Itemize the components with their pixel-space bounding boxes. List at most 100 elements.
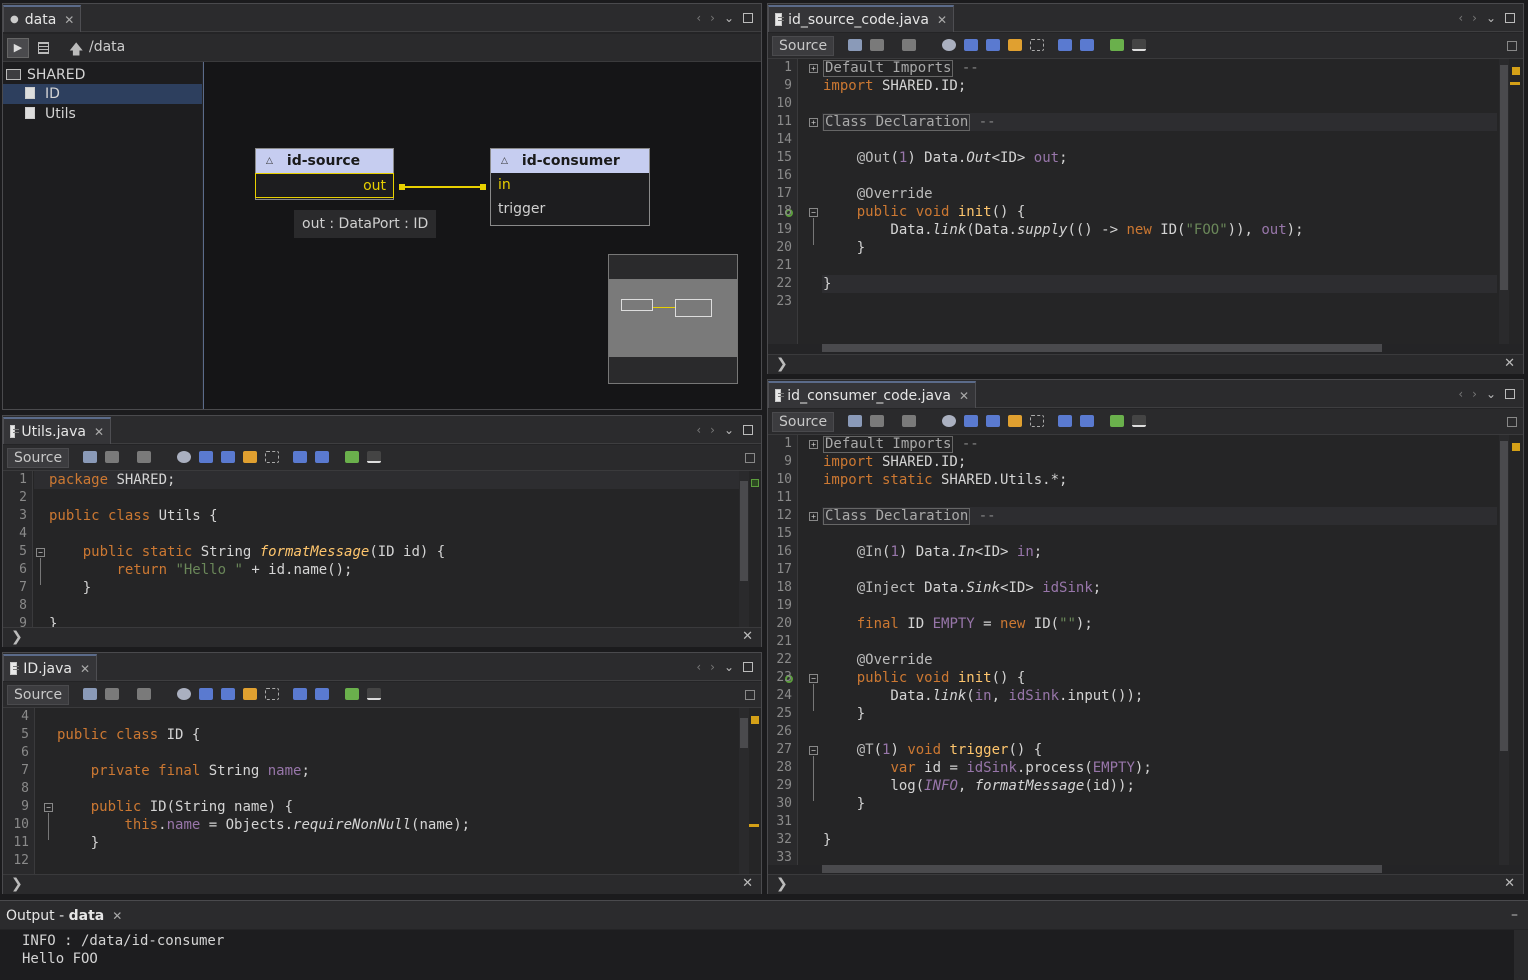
- close-icon[interactable]: ✕: [80, 662, 90, 676]
- close-icon[interactable]: ✕: [112, 909, 122, 923]
- fold-toggle-icon[interactable]: −: [809, 208, 818, 217]
- graph-minimap[interactable]: [608, 254, 738, 384]
- minimap-viewport[interactable]: [609, 279, 737, 357]
- back-icon[interactable]: [105, 451, 119, 463]
- chevron-right-icon[interactable]: ›: [1472, 11, 1477, 25]
- forward-icon[interactable]: [902, 415, 916, 427]
- output-scrollbar[interactable]: [1514, 930, 1528, 980]
- expand-toggle-icon[interactable]: +: [809, 118, 818, 127]
- close-icon[interactable]: ✕: [1504, 876, 1515, 891]
- tab-data[interactable]: ● data ✕: [3, 5, 81, 32]
- close-icon[interactable]: ✕: [64, 13, 74, 27]
- find-icon[interactable]: [942, 415, 956, 427]
- maximize-icon[interactable]: [743, 13, 753, 23]
- shift-left-icon[interactable]: [1058, 39, 1072, 51]
- find-prev-icon[interactable]: [964, 415, 978, 427]
- shift-right-icon[interactable]: [1080, 415, 1094, 427]
- chevron-down-icon[interactable]: ⌄: [724, 11, 734, 25]
- shift-right-icon[interactable]: [315, 688, 329, 700]
- find-prev-icon[interactable]: [964, 39, 978, 51]
- split-icon[interactable]: [1507, 41, 1517, 51]
- comment-icon[interactable]: [345, 451, 359, 463]
- find-icon[interactable]: [942, 39, 956, 51]
- shift-left-icon[interactable]: [293, 688, 307, 700]
- tree-item-utils[interactable]: Utils: [3, 104, 202, 124]
- rect-select-icon[interactable]: [1030, 39, 1044, 51]
- back-icon[interactable]: [105, 688, 119, 700]
- close-icon[interactable]: ✕: [94, 425, 104, 439]
- split-icon[interactable]: [745, 690, 755, 700]
- port-in[interactable]: in: [491, 173, 649, 197]
- forward-icon[interactable]: [902, 39, 916, 51]
- find-next-icon[interactable]: [986, 415, 1000, 427]
- find-prev-icon[interactable]: [199, 688, 213, 700]
- toggle-highlight-icon[interactable]: [1008, 39, 1022, 51]
- list-icon[interactable]: [38, 42, 49, 54]
- port-out[interactable]: out: [255, 173, 394, 198]
- find-next-icon[interactable]: [221, 688, 235, 700]
- graph-canvas[interactable]: △ id-source out △ id-consumer in trigger o…: [203, 62, 761, 409]
- expand-toggle-icon[interactable]: +: [809, 64, 818, 73]
- consumer-code-editor[interactable]: + + − − 1 Default Imports -- 9 import SHARE…: [768, 435, 1523, 865]
- chevron-right-icon[interactable]: ❯: [11, 629, 23, 645]
- utils-code-editor[interactable]: − 1 package SHARED; 2 3 public class Utils {…: [3, 471, 761, 627]
- chevron-right-icon[interactable]: ›: [710, 11, 715, 25]
- shift-right-icon[interactable]: [315, 451, 329, 463]
- uncomment-icon[interactable]: [1132, 39, 1146, 51]
- maximize-icon[interactable]: [1505, 389, 1515, 399]
- collapse-icon[interactable]: △: [266, 156, 273, 166]
- rect-select-icon[interactable]: [265, 688, 279, 700]
- split-icon[interactable]: [1507, 417, 1517, 427]
- chevron-right-icon[interactable]: ›: [710, 423, 715, 437]
- source-button[interactable]: Source: [7, 448, 70, 468]
- node-id-consumer[interactable]: △ id-consumer in trigger: [490, 148, 650, 226]
- chevron-right-icon[interactable]: ❯: [11, 876, 23, 892]
- forward-icon[interactable]: [137, 451, 151, 463]
- history-icon[interactable]: [83, 451, 97, 463]
- fold-toggle-icon[interactable]: −: [809, 674, 818, 683]
- tree-item-id[interactable]: ID: [3, 84, 202, 104]
- chevron-down-icon[interactable]: ⌄: [1486, 11, 1496, 25]
- source-code-editor[interactable]: + + − 1 Default Imports -- 9 import SHARED.…: [768, 59, 1523, 344]
- chevron-right-icon[interactable]: ❯: [776, 876, 788, 892]
- rect-select-icon[interactable]: [1030, 415, 1044, 427]
- toggle-highlight-icon[interactable]: [243, 688, 257, 700]
- chevron-left-icon[interactable]: ‹: [696, 660, 701, 674]
- maximize-icon[interactable]: [743, 425, 753, 435]
- find-icon[interactable]: [177, 688, 191, 700]
- node-header[interactable]: △ id-source: [256, 149, 393, 173]
- find-prev-icon[interactable]: [199, 451, 213, 463]
- fold-toggle-icon[interactable]: −: [44, 803, 53, 812]
- uncomment-icon[interactable]: [1132, 415, 1146, 427]
- shift-left-icon[interactable]: [1058, 415, 1072, 427]
- chevron-down-icon[interactable]: ⌄: [1486, 387, 1496, 401]
- source-button[interactable]: Source: [772, 412, 835, 432]
- maximize-icon[interactable]: [743, 662, 753, 672]
- fold-toggle-icon[interactable]: −: [36, 548, 45, 557]
- collapse-icon[interactable]: △: [501, 156, 508, 166]
- close-icon[interactable]: ✕: [742, 876, 753, 891]
- chevron-right-icon[interactable]: ›: [1472, 387, 1477, 401]
- output-console[interactable]: INFO : /data/id-consumer Hello FOO: [0, 930, 1514, 980]
- shift-right-icon[interactable]: [1080, 39, 1094, 51]
- history-icon[interactable]: [848, 415, 862, 427]
- connection-wire[interactable]: [401, 186, 483, 188]
- close-icon[interactable]: ✕: [742, 629, 753, 644]
- minimize-icon[interactable]: –: [1511, 907, 1518, 923]
- chevron-down-icon[interactable]: ⌄: [724, 660, 734, 674]
- comment-icon[interactable]: [1110, 415, 1124, 427]
- chevron-left-icon[interactable]: ‹: [696, 11, 701, 25]
- close-icon[interactable]: ✕: [959, 389, 969, 403]
- comment-icon[interactable]: [345, 688, 359, 700]
- chevron-right-icon[interactable]: ❯: [776, 356, 788, 372]
- find-next-icon[interactable]: [986, 39, 1000, 51]
- forward-icon[interactable]: [137, 688, 151, 700]
- expand-toggle-icon[interactable]: +: [809, 512, 818, 521]
- chevron-left-icon[interactable]: ‹: [1458, 387, 1463, 401]
- shift-left-icon[interactable]: [293, 451, 307, 463]
- source-button[interactable]: Source: [7, 685, 70, 705]
- node-id-source[interactable]: △ id-source out: [255, 148, 394, 200]
- node-header[interactable]: △ id-consumer: [491, 149, 649, 173]
- uncomment-icon[interactable]: [367, 451, 381, 463]
- close-icon[interactable]: ✕: [937, 13, 947, 27]
